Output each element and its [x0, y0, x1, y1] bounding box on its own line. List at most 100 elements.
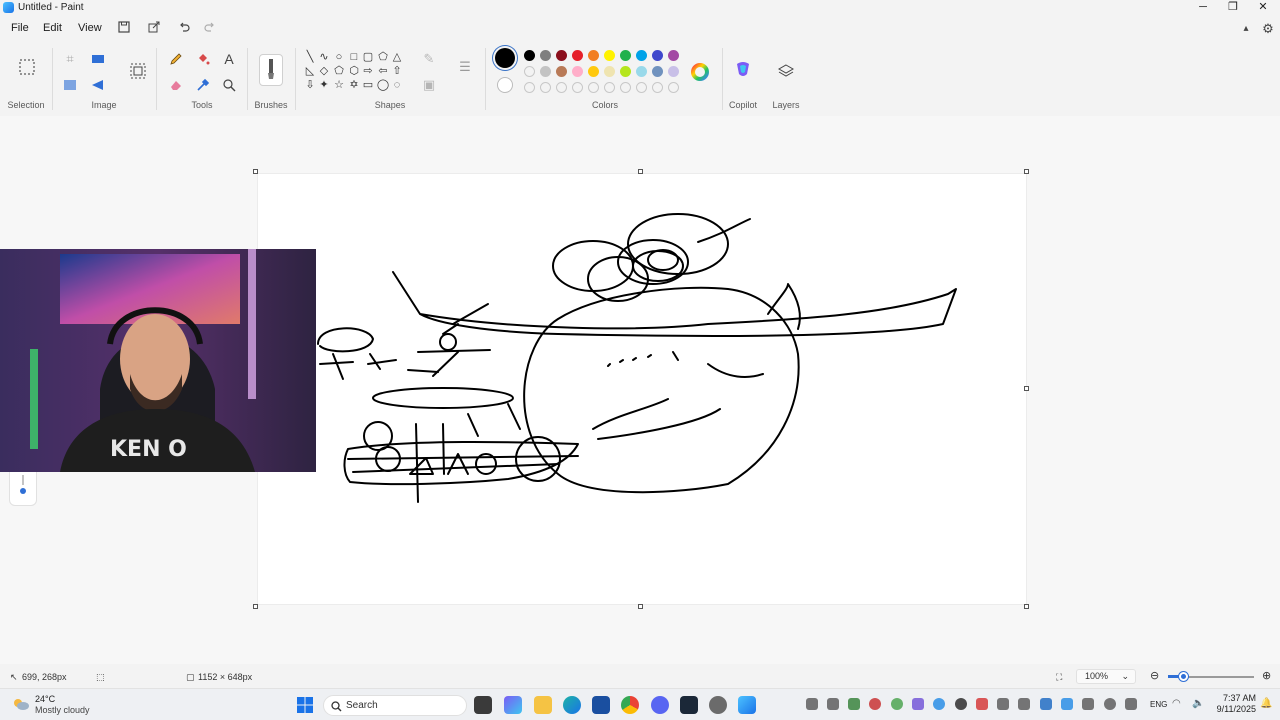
color-swatch[interactable]	[604, 66, 615, 77]
save-icon[interactable]	[115, 20, 133, 38]
store-icon[interactable]	[592, 696, 610, 714]
tray-app-icon[interactable]	[891, 698, 903, 710]
color-swatch[interactable]	[556, 66, 567, 77]
shape-size-icon[interactable]: ☰	[456, 58, 474, 76]
four-point-star-shape-icon[interactable]: ✦	[317, 78, 331, 92]
curve-shape-icon[interactable]: ∿	[317, 50, 331, 64]
background-remove-icon[interactable]	[61, 76, 79, 94]
tray-app-icon[interactable]	[976, 698, 988, 710]
paint-taskbar-icon[interactable]	[738, 696, 756, 714]
up-arrow-shape-icon[interactable]: ⇧	[390, 64, 404, 78]
primary-color-swatch[interactable]	[495, 48, 515, 68]
resize-icon[interactable]	[89, 50, 107, 68]
task-view-icon[interactable]	[474, 696, 492, 714]
color-swatch[interactable]	[540, 50, 551, 61]
cloud-shape-icon[interactable]: ◌	[390, 78, 404, 92]
drawing-canvas[interactable]	[258, 174, 1026, 604]
callout-rect-shape-icon[interactable]: ▭	[361, 78, 375, 92]
right-triangle-shape-icon[interactable]: ◺	[303, 64, 317, 78]
account-icon[interactable]: ▴	[1237, 20, 1255, 38]
tray-app-icon[interactable]	[1082, 698, 1094, 710]
custom-color-swatch[interactable]	[620, 82, 631, 93]
tray-app-icon[interactable]	[912, 698, 924, 710]
notification-icon[interactable]: 🔔	[1260, 698, 1272, 710]
custom-color-swatch[interactable]	[652, 82, 663, 93]
hexagon-shape-icon[interactable]: ⬡	[347, 64, 361, 78]
side-toolbar-pill[interactable]	[9, 466, 37, 506]
color-swatch[interactable]	[604, 50, 615, 61]
color-picker-icon[interactable]	[194, 76, 212, 94]
color-swatch[interactable]	[540, 66, 551, 77]
color-swatch[interactable]	[524, 66, 535, 77]
selection-rectangle-icon[interactable]	[16, 56, 38, 78]
color-swatch[interactable]	[620, 50, 631, 61]
five-point-star-shape-icon[interactable]: ☆	[332, 78, 346, 92]
color-swatch[interactable]	[652, 66, 663, 77]
custom-color-swatch[interactable]	[540, 82, 551, 93]
edge-icon[interactable]	[563, 696, 581, 714]
color-swatch[interactable]	[588, 50, 599, 61]
secondary-color-swatch[interactable]	[497, 77, 513, 93]
custom-color-swatch[interactable]	[668, 82, 679, 93]
down-arrow-shape-icon[interactable]: ⇩	[303, 78, 317, 92]
weather-icon[interactable]	[12, 697, 30, 711]
tray-app-icon[interactable]	[933, 698, 945, 710]
zoom-dropdown[interactable]: 100% ⌄	[1076, 669, 1136, 684]
menu-file[interactable]: File	[11, 22, 29, 34]
taskbar-search[interactable]: Search	[323, 695, 467, 716]
fit-to-window-icon[interactable]: ⛶	[1056, 672, 1062, 683]
resize-handle[interactable]	[638, 169, 643, 174]
tray-app-icon[interactable]	[869, 698, 881, 710]
left-arrow-shape-icon[interactable]: ⇦	[376, 64, 390, 78]
text-tool-icon[interactable]: A	[220, 50, 238, 68]
resize-handle[interactable]	[1024, 386, 1029, 391]
share-icon[interactable]	[145, 20, 163, 38]
custom-color-swatch[interactable]	[556, 82, 567, 93]
callout-oval-shape-icon[interactable]: ◯	[376, 78, 390, 92]
redo-icon[interactable]	[201, 20, 219, 38]
steam-tray-icon[interactable]	[1104, 698, 1116, 710]
right-arrow-shape-icon[interactable]: ⇨	[361, 64, 375, 78]
custom-color-swatch[interactable]	[572, 82, 583, 93]
steam-icon[interactable]	[680, 696, 698, 714]
layers-icon[interactable]	[777, 62, 795, 80]
clock[interactable]: 7:37 AM 9/11/2025	[1212, 693, 1256, 715]
resize-handle[interactable]	[1024, 604, 1029, 609]
color-swatch[interactable]	[588, 66, 599, 77]
color-swatch[interactable]	[668, 50, 679, 61]
wifi-icon[interactable]: ◠	[1172, 698, 1184, 710]
settings-app-icon[interactable]	[709, 696, 727, 714]
discord-icon[interactable]	[651, 696, 669, 714]
resize-handle[interactable]	[253, 169, 258, 174]
rectangle-shape-icon[interactable]: □	[347, 50, 361, 64]
volume-icon[interactable]: 🔈	[1192, 698, 1204, 710]
color-swatch[interactable]	[636, 66, 647, 77]
line-shape-icon[interactable]: ╲	[303, 50, 317, 64]
color-swatch[interactable]	[668, 66, 679, 77]
copilot-taskbar-icon[interactable]	[504, 696, 522, 714]
tray-app-icon[interactable]	[955, 698, 967, 710]
minimize-button[interactable]: ─	[1188, 0, 1218, 16]
tray-app-icon[interactable]	[997, 698, 1009, 710]
close-button[interactable]: ✕	[1248, 0, 1278, 16]
settings-gear-icon[interactable]: ⚙	[1259, 20, 1277, 38]
zoom-in-icon[interactable]: ⊕	[1262, 669, 1271, 682]
resize-handle[interactable]	[638, 604, 643, 609]
copilot-icon[interactable]	[732, 58, 754, 80]
polygon-shape-icon[interactable]: ⬠	[376, 50, 390, 64]
pencil-icon[interactable]	[167, 50, 185, 68]
custom-color-swatch[interactable]	[604, 82, 615, 93]
language-indicator[interactable]: ENG	[1150, 700, 1167, 709]
image-select-icon[interactable]	[129, 62, 147, 80]
custom-color-swatch[interactable]	[588, 82, 599, 93]
custom-color-swatch[interactable]	[636, 82, 647, 93]
microphone-icon[interactable]	[1125, 698, 1137, 710]
fill-bucket-icon[interactable]	[194, 50, 212, 68]
triangle-shape-icon[interactable]: △	[390, 50, 404, 64]
tray-app-icon[interactable]	[1018, 698, 1030, 710]
custom-color-swatch[interactable]	[524, 82, 535, 93]
edit-colors-icon[interactable]	[690, 62, 710, 82]
resize-handle[interactable]	[1024, 169, 1029, 174]
menu-edit[interactable]: Edit	[43, 22, 62, 34]
eraser-icon[interactable]	[167, 76, 185, 94]
